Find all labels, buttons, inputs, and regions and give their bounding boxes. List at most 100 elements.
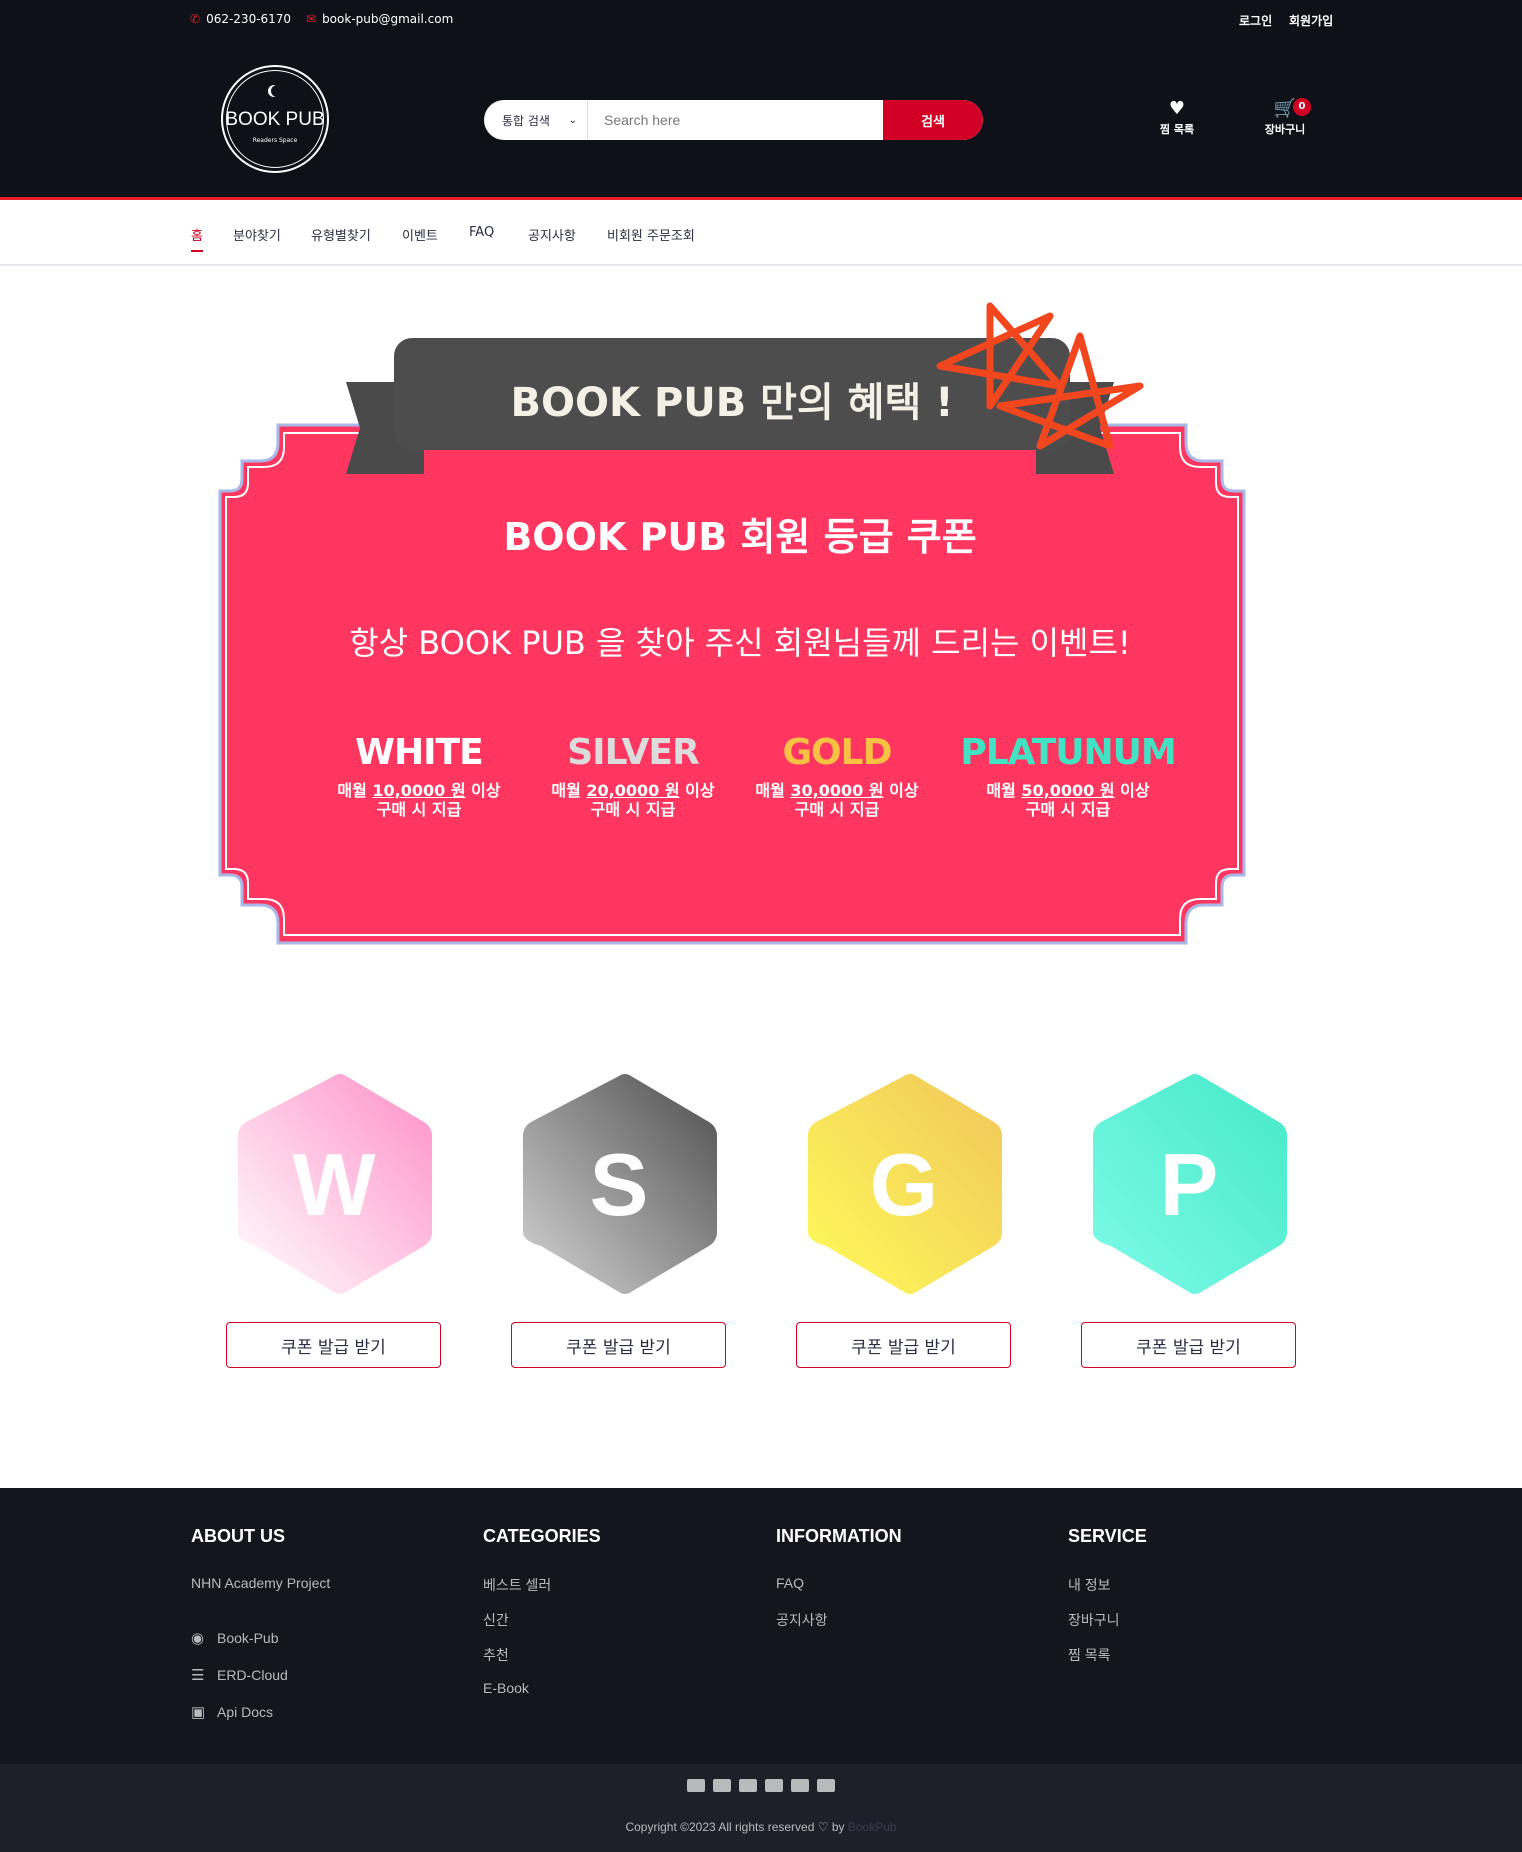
nav-types[interactable]: 유형별찾기 (311, 225, 371, 250)
tier-gold: GOLD 매월 30,0000 원 이상 구매 시 지급 (727, 732, 947, 819)
tier-white: WHITE 매월 10,0000 원 이상 구매 시 지급 (309, 732, 529, 819)
footer-service: SERVICE 내 정보 장바구니 찜 목록 (1068, 1526, 1147, 1680)
payment-methods (0, 1779, 1522, 1792)
nav-categories[interactable]: 분야찾기 (233, 225, 281, 250)
tier-condition: 매월 10,0000 원 이상 구매 시 지급 (309, 781, 529, 819)
silver-coupon-badge: S (521, 1072, 717, 1296)
tier-line2: 구매 시 지급 (794, 800, 880, 819)
tier-amount: 20,0000 원 (586, 781, 680, 800)
tier-name: GOLD (782, 732, 893, 773)
cart-label: 장바구니 (1264, 123, 1306, 136)
white-coupon-button[interactable]: 쿠폰 발급 받기 (226, 1322, 441, 1368)
tier-condition: 매월 50,0000 원 이상 구매 시 지급 (948, 781, 1188, 819)
search-bar: 통합 검색 ⌄ 검색 (484, 100, 983, 140)
gold-coupon-badge: G (806, 1072, 1002, 1296)
tier-name: WHITE (355, 732, 483, 773)
footer-categories-title: CATEGORIES (483, 1526, 601, 1546)
coupon-letter: P (1159, 1135, 1219, 1234)
search-button[interactable]: 검색 (883, 100, 983, 140)
gold-coupon-button[interactable]: 쿠폰 발급 받기 (796, 1322, 1011, 1368)
footer-information-title: INFORMATION (776, 1526, 902, 1546)
tier-prefix: 매월 (551, 781, 587, 800)
tier-suffix: 이상 (679, 781, 715, 800)
nav-home[interactable]: 홈 (191, 225, 203, 252)
site-logo[interactable]: BOOK PUB Readers Space (221, 65, 329, 173)
main-nav: 홈 분야찾기 유형별찾기 이벤트 FAQ 공지사항 비회원 주문조회 (0, 203, 1522, 266)
credit-card-icon (713, 1779, 731, 1792)
header: BOOK PUB Readers Space 통합 검색 ⌄ 검색 ♥ 찜 목록… (0, 40, 1522, 200)
footer-information: INFORMATION FAQ 공지사항 (776, 1526, 902, 1645)
banner-title: BOOK PUB 회원 등급 쿠폰 (503, 515, 977, 559)
footer-link-label: ERD-Cloud (217, 1666, 288, 1683)
footer-link-ebook[interactable]: E-Book (483, 1680, 601, 1715)
tier-platinum: PLATUNUM 매월 50,0000 원 이상 구매 시 지급 (948, 732, 1188, 819)
tier-prefix: 매월 (337, 781, 373, 800)
phone-contact[interactable]: ✆ 062-230-6170 (190, 12, 291, 26)
phone-icon: ✆ (190, 12, 201, 26)
footer-link-erd[interactable]: ☰ ERD-Cloud (191, 1656, 330, 1693)
footer-link-wishlist[interactable]: 찜 목록 (1068, 1645, 1147, 1680)
tier-name: SILVER (567, 732, 699, 773)
tier-prefix: 매월 (755, 781, 791, 800)
tier-line2: 구매 시 지급 (376, 800, 462, 819)
tier-silver: SILVER 매월 20,0000 원 이상 구매 시 지급 (523, 732, 743, 819)
footer-link-bestseller[interactable]: 베스트 셀러 (483, 1575, 601, 1610)
platinum-coupon-button[interactable]: 쿠폰 발급 받기 (1081, 1322, 1296, 1368)
wishlist-button[interactable]: ♥ 찜 목록 (1137, 98, 1217, 137)
logo-tagline: Readers Space (252, 137, 298, 144)
phone-number: 062-230-6170 (206, 12, 292, 26)
footer-service-title: SERVICE (1068, 1526, 1147, 1546)
nav-events[interactable]: 이벤트 (402, 225, 438, 250)
footer-categories: CATEGORIES 베스트 셀러 신간 추천 E-Book (483, 1526, 601, 1715)
coupon-letter: S (589, 1135, 649, 1234)
cart-icon: 🛒 (1273, 98, 1297, 119)
star-doodle-icon (936, 302, 1144, 450)
nav-guest-order[interactable]: 비회원 주문조회 (607, 225, 695, 250)
mastercard-icon (765, 1779, 783, 1792)
copyright: Copyright ©2023 All rights reserved ♡ by… (0, 1820, 1522, 1834)
tier-suffix: 이상 (1114, 781, 1150, 800)
footer-link-notices[interactable]: 공지사항 (776, 1610, 902, 1645)
footer-link-recommend[interactable]: 추천 (483, 1645, 601, 1680)
tier-amount: 30,0000 원 (790, 781, 884, 800)
tier-amount: 50,0000 원 (1021, 781, 1115, 800)
tier-line2: 구매 시 지급 (1025, 800, 1111, 819)
cart-button[interactable]: 🛒 장바구니 0 (1245, 98, 1325, 137)
footer-link-cart[interactable]: 장바구니 (1068, 1610, 1147, 1645)
tier-suffix: 이상 (465, 781, 501, 800)
event-banner: BOOK PUB 만의 혜택 ! BOOK PUB 회원 등급 쿠폰 항상 BO… (0, 266, 1522, 966)
silver-coupon-button[interactable]: 쿠폰 발급 받기 (511, 1322, 726, 1368)
search-input[interactable] (588, 100, 883, 140)
tier-name: PLATUNUM (960, 732, 1176, 773)
email-contact[interactable]: ✉ book-pub@gmail.com (306, 12, 453, 26)
cart-count-badge: 0 (1293, 98, 1311, 116)
copyright-brand-link[interactable]: BookPub (848, 1820, 897, 1834)
tier-amount: 10,0000 원 (372, 781, 466, 800)
footer-link-github[interactable]: ◉ Book-Pub (191, 1619, 330, 1656)
footer-link-api-docs[interactable]: ▣ Api Docs (191, 1693, 330, 1730)
banner-subtitle: 항상 BOOK PUB 을 찾아 주신 회원님들께 드리는 이벤트! (349, 624, 1131, 662)
logo-name: BOOK PUB (225, 109, 325, 130)
signup-link[interactable]: 회원가입 (1289, 12, 1333, 29)
tier-condition: 매월 30,0000 원 이상 구매 시 지급 (727, 781, 947, 819)
top-bar: ✆ 062-230-6170 ✉ book-pub@gmail.com 로그인 … (0, 0, 1522, 40)
footer-bottom: Copyright ©2023 All rights reserved ♡ by… (0, 1764, 1522, 1852)
nav-notices[interactable]: 공지사항 (528, 225, 576, 250)
visa-icon (687, 1779, 705, 1792)
login-link[interactable]: 로그인 (1239, 12, 1272, 29)
paypal-icon (739, 1779, 757, 1792)
tier-condition: 매월 20,0000 원 이상 구매 시 지급 (523, 781, 743, 819)
footer-link-label: Api Docs (217, 1703, 274, 1720)
nav-faq[interactable]: FAQ (469, 225, 494, 246)
wishlist-label: 찜 목록 (1159, 123, 1195, 136)
tier-line2: 구매 시 지급 (590, 800, 676, 819)
copyright-text: Copyright ©2023 All rights reserved ♡ by (625, 1820, 845, 1834)
coupon-letter: G (869, 1135, 939, 1234)
search-category-select[interactable]: 통합 검색 ⌄ (484, 100, 588, 140)
tier-prefix: 매월 (986, 781, 1022, 800)
footer-link-faq[interactable]: FAQ (776, 1575, 902, 1610)
footer-link-my-info[interactable]: 내 정보 (1068, 1575, 1147, 1610)
envelope-icon: ✉ (306, 12, 317, 26)
email-address: book-pub@gmail.com (322, 12, 454, 26)
footer-link-new[interactable]: 신간 (483, 1610, 601, 1645)
